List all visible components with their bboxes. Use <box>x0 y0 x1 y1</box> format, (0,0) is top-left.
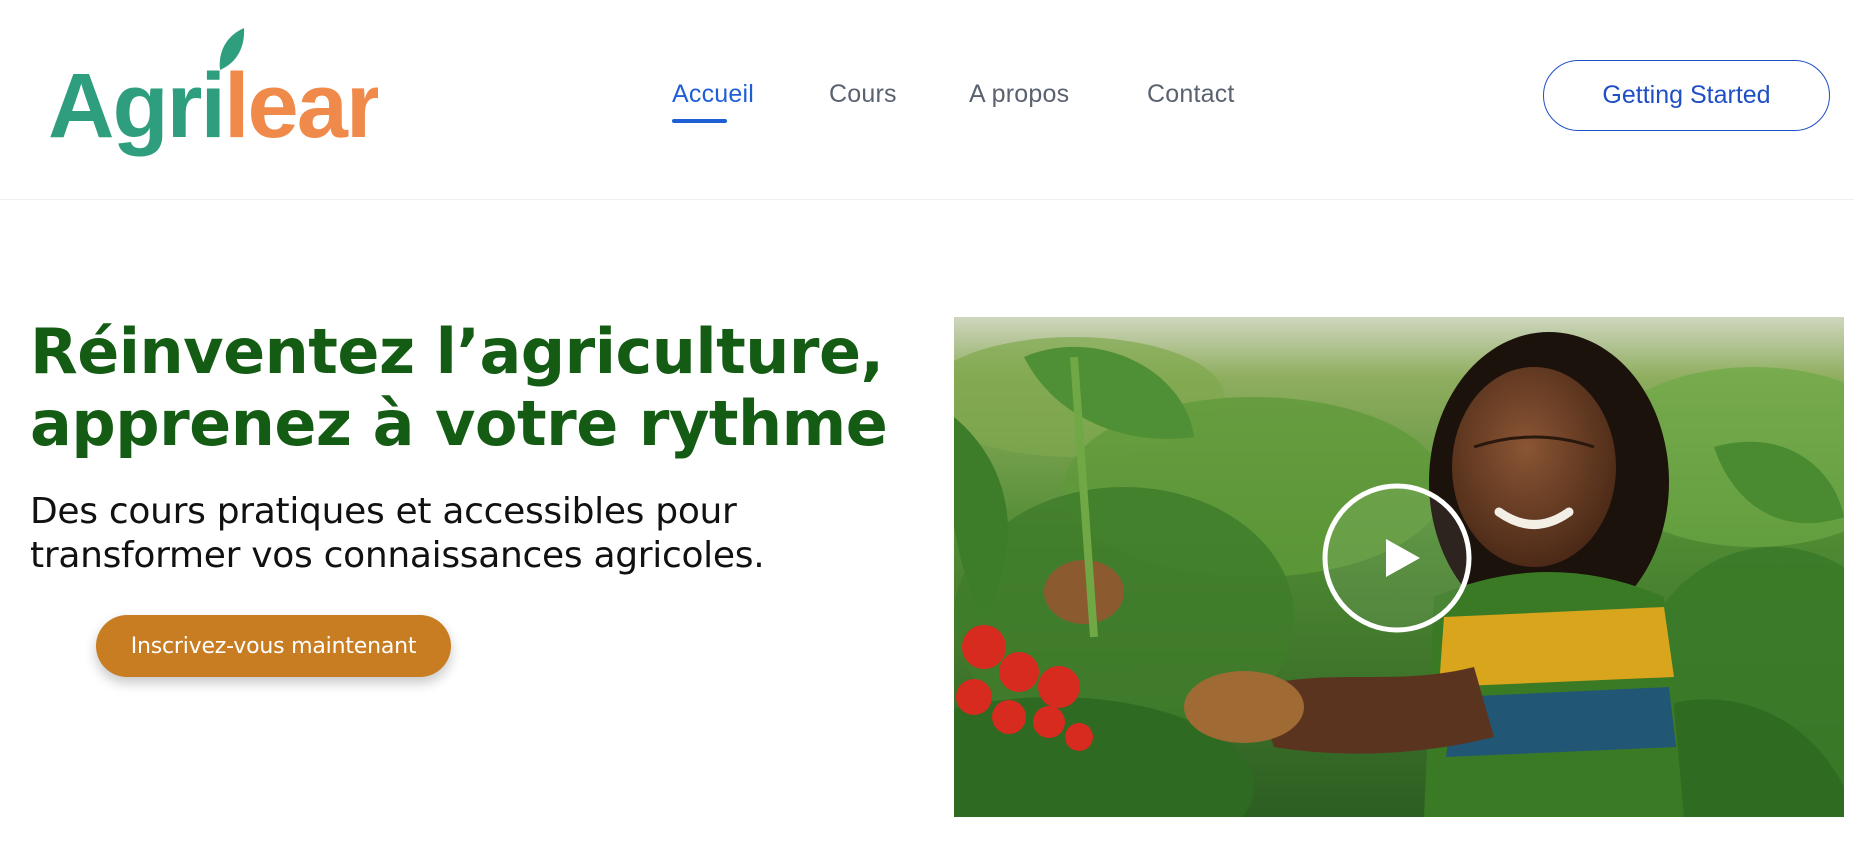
nav-item-cours[interactable]: Cours <box>829 80 897 109</box>
play-icon <box>1322 483 1472 633</box>
svg-text:Agrilearn: Agrilearn <box>48 55 378 157</box>
play-button[interactable] <box>1322 483 1472 633</box>
hero-video[interactable] <box>954 317 1844 817</box>
hero-title-line-2: apprenez à votre rythme <box>30 387 888 460</box>
hero-title: Réinventez l’agriculture, apprenez à vot… <box>30 316 910 460</box>
site-header: Agrilearn Accueil Cours A propos Contact… <box>0 0 1854 200</box>
nav-item-label: Accueil <box>672 80 754 108</box>
hero-title-line-1: Réinventez l’agriculture, <box>30 315 884 388</box>
getting-started-button[interactable]: Getting Started <box>1543 60 1830 131</box>
logo-text-agri: Agri <box>48 55 224 157</box>
logo-text-learn: learn <box>224 55 378 157</box>
nav-item-a-propos[interactable]: A propos <box>969 80 1069 109</box>
agrilearn-logo[interactable]: Agrilearn <box>48 22 378 172</box>
active-nav-underline <box>672 119 727 123</box>
nav-item-label: A propos <box>969 80 1070 108</box>
nav-item-accueil[interactable]: Accueil <box>672 80 754 123</box>
hero-subtitle-line-1: Des cours pratiques et accessibles pour <box>30 491 737 532</box>
hero-subtitle-line-2: transformer vos connaissances agricoles. <box>30 535 765 576</box>
nav-item-contact[interactable]: Contact <box>1147 80 1235 109</box>
nav-item-label: Contact <box>1147 80 1235 108</box>
signup-button[interactable]: Inscrivez-vous maintenant <box>96 615 451 677</box>
nav-item-label: Cours <box>829 80 897 108</box>
hero-subtitle: Des cours pratiques et accessibles pour … <box>30 490 850 578</box>
